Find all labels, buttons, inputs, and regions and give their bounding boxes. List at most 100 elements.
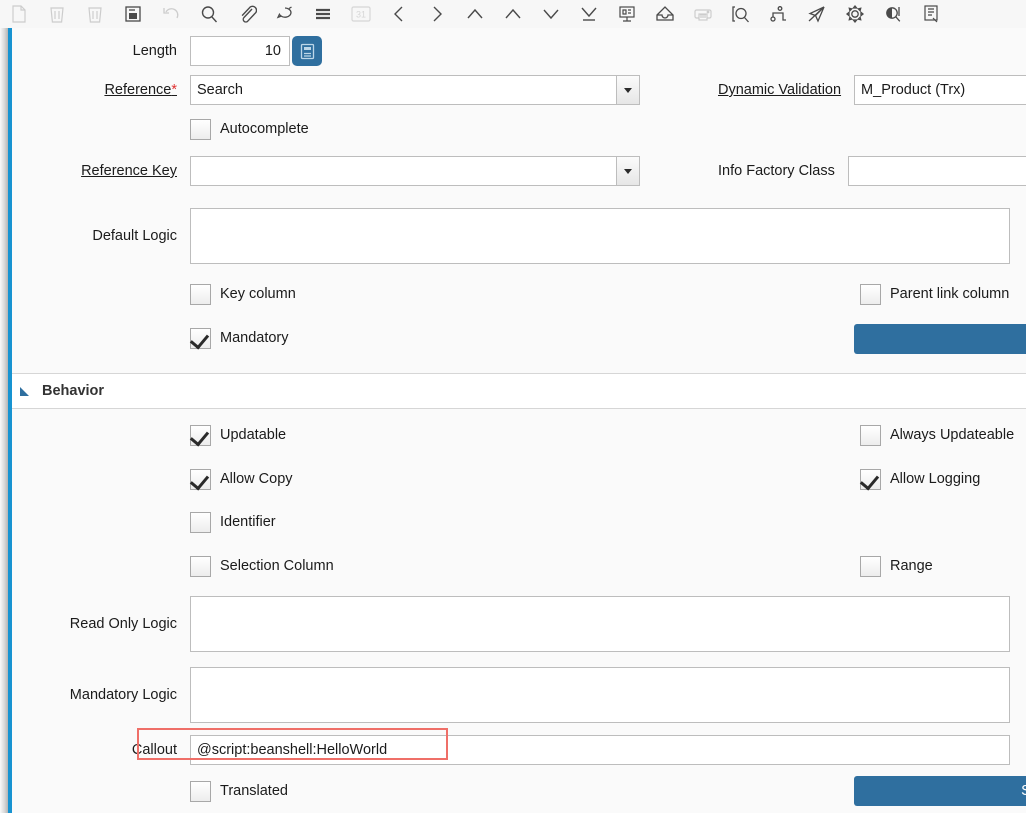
parent-record-icon[interactable] [494,0,532,28]
reference-value: Search [197,82,243,98]
checkbox-box[interactable] [860,555,881,577]
calendar-icon[interactable]: 31 [342,0,380,28]
always-updateable-checkbox[interactable]: Always Updateable [860,420,1014,450]
field-row-range: Range [860,551,1026,581]
field-row-dynamic-validation: Dynamic Validation M_Product (Trx) [718,75,1026,105]
print-icon[interactable] [684,0,722,28]
updatable-label: Updatable [220,427,287,443]
reference-key-combo[interactable] [190,156,640,186]
field-row-callout: Callout [12,735,1026,765]
send-mail-icon[interactable] [798,0,836,28]
dynamic-validation-value[interactable]: M_Product (Trx) [854,75,1026,105]
report-view-icon[interactable] [608,0,646,28]
top-action-button[interactable] [854,324,1026,354]
main-toolbar: 31 [0,0,1026,29]
export-icon[interactable] [912,0,950,28]
calculator-icon[interactable] [292,36,322,66]
preference-icon[interactable] [836,0,874,28]
reference-label: Reference* [12,75,190,105]
save-icon[interactable] [114,0,152,28]
range-label: Range [890,558,933,574]
reference-combo[interactable]: Search [190,75,640,105]
sync-column-button[interactable]: Sy [854,776,1026,806]
autocomplete-label: Autocomplete [220,121,309,137]
first-record-icon[interactable] [456,0,494,28]
autocomplete-checkbox[interactable]: Autocomplete [190,114,309,144]
key-column-checkbox[interactable]: Key column [190,279,296,309]
field-row-mandatory-logic: Mandatory Logic [12,667,1026,723]
undo-icon[interactable] [152,0,190,28]
checkbox-box[interactable] [190,283,211,305]
chevron-down-icon[interactable] [616,157,639,185]
allow-logging-label: Allow Logging [890,471,981,487]
translated-label: Translated [220,783,288,799]
field-row-length: Length [12,36,1026,66]
detail-record-icon[interactable] [532,0,570,28]
behavior-section-title: Behavior [42,383,105,399]
checkbox-box[interactable] [190,468,211,490]
updatable-checkbox[interactable]: Updatable [190,420,286,450]
checkbox-box[interactable] [190,327,211,349]
chat-icon[interactable] [266,0,304,28]
field-row-allow-logging: Allow Logging [860,464,1026,494]
callout-input[interactable] [190,735,1010,765]
field-row-autocomplete: Autocomplete [12,114,1026,144]
collapse-triangle-icon[interactable] [20,386,29,396]
delete-selection-icon[interactable] [76,0,114,28]
chevron-down-icon[interactable] [616,76,639,104]
field-row-always-updateable: Always Updateable [860,420,1026,450]
selection-column-label: Selection Column [220,558,334,574]
info-factory-class-label: Info Factory Class [718,163,835,179]
range-checkbox[interactable]: Range [860,551,933,581]
find-icon[interactable] [190,0,228,28]
new-record-icon[interactable] [0,0,38,28]
checkbox-box[interactable] [190,555,211,577]
form-fields-area: Length Reference* Search Dyn [12,28,1026,813]
workflow-icon[interactable] [760,0,798,28]
mandatory-checkbox[interactable]: Mandatory [190,323,289,353]
field-row-identifier: Identifier [12,507,1026,537]
checkbox-box[interactable] [860,283,881,305]
checkbox-box[interactable] [190,780,211,802]
reference-required-marker: * [171,82,177,98]
checkbox-box[interactable] [860,468,881,490]
mandatory-logic-label: Mandatory Logic [69,687,177,703]
always-updateable-label: Always Updateable [890,427,1015,443]
mandatory-logic-textarea[interactable] [190,667,1010,723]
read-only-logic-textarea[interactable] [190,596,1010,652]
field-row-parent-link-column: Parent link column [860,279,1026,309]
default-logic-textarea[interactable] [190,208,1010,264]
allow-logging-checkbox[interactable]: Allow Logging [860,464,980,494]
contrast-view-icon[interactable] [874,0,912,28]
svg-text:31: 31 [356,10,366,20]
identifier-label: Identifier [220,514,276,530]
selection-column-checkbox[interactable]: Selection Column [190,551,334,581]
previous-record-icon[interactable] [380,0,418,28]
last-record-icon[interactable] [570,0,608,28]
parent-link-column-checkbox[interactable]: Parent link column [860,279,1009,309]
menu-icon[interactable] [304,0,342,28]
attachment-icon[interactable] [228,0,266,28]
checkbox-box[interactable] [190,511,211,533]
delete-record-icon[interactable] [38,0,76,28]
read-only-logic-label: Read Only Logic [69,616,177,632]
checkbox-box[interactable] [860,424,881,446]
allow-copy-checkbox[interactable]: Allow Copy [190,464,293,494]
archive-icon[interactable] [646,0,684,28]
behavior-section-header[interactable]: Behavior [12,373,1026,409]
field-row-info-factory-class: Info Factory Class [718,156,1026,186]
parent-link-column-label: Parent link column [890,286,1010,302]
checkbox-box[interactable] [190,118,211,140]
checkbox-box[interactable] [190,424,211,446]
identifier-checkbox[interactable]: Identifier [190,507,276,537]
zoom-across-icon[interactable] [722,0,760,28]
reference-label-text: Reference [104,82,172,98]
next-record-icon[interactable] [418,0,456,28]
translated-checkbox[interactable]: Translated [190,776,288,806]
allow-copy-label: Allow Copy [220,471,293,487]
length-input[interactable] [190,36,290,66]
info-factory-class-value[interactable] [847,156,1026,186]
reference-key-value [191,157,616,185]
dynamic-validation-label: Dynamic Validation [718,82,842,98]
column-form-panel: Length Reference* Search Dyn [0,28,1026,813]
